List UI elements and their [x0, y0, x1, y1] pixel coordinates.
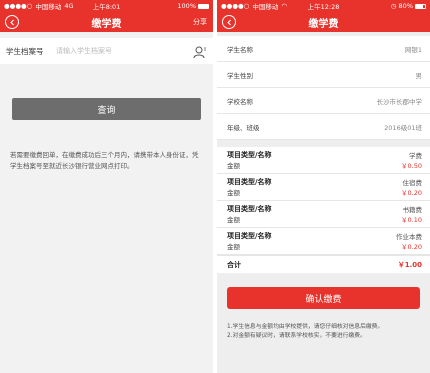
query-button[interactable]: 查询 — [12, 98, 201, 120]
status-bar: ●●●●○ 中国移动 ◠ 上午12:28 ◷ 80% — [217, 0, 430, 12]
info-row-school: 学校名称 长沙市长郡中学 — [217, 88, 430, 114]
note-line: 1.学生信息与金额均由学校提供，请您仔细核对信息后缴费。 — [227, 324, 384, 330]
fee-type-label: 项目类型/名称 — [227, 178, 272, 186]
fee-amount: ￥0.20 — [401, 243, 422, 251]
fee-item: 项目类型/名称 作业本费 金额 ￥0.20 — [217, 228, 430, 255]
info-row-class: 年级、班级 2016级01班 — [217, 114, 430, 140]
fee-amount: ￥0.20 — [401, 189, 422, 197]
left-screen: ●●●●○ 中国移动 4G 上午8:01 100% 缴学费 分享 学生档案号 请… — [0, 0, 213, 373]
fee-name: 住宿费 — [402, 179, 423, 187]
confirm-payment-button[interactable]: 确认缴费 — [227, 287, 420, 309]
nav-bar: 缴学费 — [217, 12, 430, 32]
info-label: 学生名称 — [227, 45, 253, 54]
student-id-input[interactable]: 请输入学生档案号 — [56, 46, 193, 56]
fee-name: 学费 — [409, 152, 422, 160]
info-row-name: 学生名称 网银1 — [217, 36, 430, 62]
fee-amount-label: 金额 — [227, 243, 240, 251]
note-line: 2.对金额有疑议时，请联系学校核实，不要进行缴费。 — [227, 333, 366, 339]
info-value: 2016级01班 — [384, 123, 422, 132]
total-label: 合计 — [227, 260, 241, 269]
info-label: 学校名称 — [227, 97, 253, 106]
info-value: 长沙市长郡中学 — [376, 97, 423, 106]
fee-name: 作业本费 — [396, 233, 422, 241]
info-value: 网银1 — [404, 45, 422, 54]
fee-amount-label: 金额 — [227, 216, 240, 224]
back-icon[interactable] — [5, 15, 19, 29]
battery-icon — [198, 3, 209, 9]
total-amount: ￥1.00 — [397, 260, 422, 269]
total-row: 合计 ￥1.00 — [217, 255, 430, 273]
student-id-label: 学生档案号 — [6, 46, 44, 56]
back-icon[interactable] — [222, 15, 236, 29]
fee-item: 项目类型/名称 住宿费 金额 ￥0.20 — [217, 174, 430, 201]
receipt-notice: 若需要缴费回单，在缴费成功后三个月内，请携带本人身份证，凭学生档案号至就近长沙银… — [10, 151, 199, 170]
fee-item: 项目类型/名称 学费 金额 ￥0.50 — [217, 147, 430, 174]
right-screen: ●●●●○ 中国移动 ◠ 上午12:28 ◷ 80% 缴学费 学生名称 网银1 … — [217, 0, 430, 373]
student-info-list: 学生名称 网银1 学生性别 男 学校名称 长沙市长郡中学 年级、班级 2016级… — [217, 36, 430, 140]
fee-item: 项目类型/名称 书籍费 金额 ￥0.10 — [217, 201, 430, 228]
info-value: 男 — [415, 71, 423, 80]
fee-amount-label: 金额 — [227, 162, 240, 170]
page-title: 缴学费 — [308, 18, 339, 30]
page-title: 缴学费 — [91, 18, 122, 30]
fee-type-label: 项目类型/名称 — [227, 232, 272, 240]
fee-type-label: 项目类型/名称 — [227, 205, 272, 213]
fee-amount: ￥0.10 — [401, 216, 422, 224]
battery-icon — [415, 3, 426, 9]
status-time: 上午8:01 — [92, 3, 121, 11]
share-button[interactable]: 分享 — [193, 17, 207, 27]
info-row-gender: 学生性别 男 — [217, 62, 430, 88]
info-label: 年级、班级 — [227, 123, 260, 132]
fee-amount-label: 金额 — [227, 189, 240, 197]
student-id-row: 学生档案号 请输入学生档案号 — [0, 38, 213, 64]
info-label: 学生性别 — [227, 71, 253, 80]
fee-type-label: 项目类型/名称 — [227, 151, 272, 159]
nav-bar: 缴学费 分享 — [0, 12, 213, 32]
fee-list: 项目类型/名称 学费 金额 ￥0.50 项目类型/名称 住宿费 金额 ￥0.20 项目类… — [217, 147, 430, 273]
fee-amount: ￥0.50 — [401, 162, 422, 170]
fee-name: 书籍费 — [402, 206, 423, 214]
status-bar: ●●●●○ 中国移动 4G 上午8:01 100% — [0, 0, 213, 12]
status-time: 上午12:28 — [307, 3, 340, 11]
payment-notes: 1.学生信息与金额均由学校提供，请您仔细核对信息后缴费。 2.对金额有疑议时，请… — [227, 323, 420, 341]
person-icon[interactable] — [193, 44, 207, 59]
